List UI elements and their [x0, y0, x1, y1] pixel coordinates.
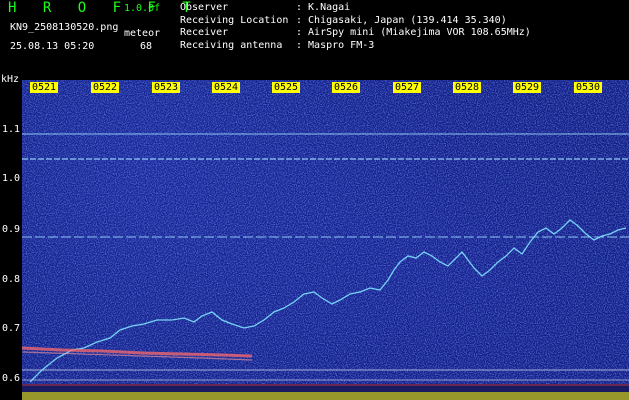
y-label-1.1: 1.1: [2, 124, 21, 135]
y-label-0.9: 0.9: [2, 224, 21, 235]
info-row-receiver: Receiver: AirSpy mini (Miakejima VOR 108…: [180, 27, 531, 39]
y-label-0.8: 0.8: [2, 274, 21, 285]
y-label-0.7: 0.7: [2, 323, 21, 334]
time-tick-0521: 0521: [30, 82, 59, 93]
time-tick-0527: 0527: [393, 82, 422, 93]
app-brand: H R O F F T: [8, 0, 200, 16]
y-label-1.0: 1.0: [2, 173, 21, 184]
bottom-strip-yellow: [22, 392, 629, 400]
time-tick-0524: 0524: [212, 82, 241, 93]
time-tick-0526: 0526: [332, 82, 361, 93]
unit-label: kHz: [1, 74, 20, 85]
info-row-location: Receiving Location: Chigasaki, Japan (13…: [180, 14, 507, 26]
y-label-0.6: 0.6: [2, 373, 21, 384]
info-row-antenna: Receiving antenna: Maspro FM-3: [180, 39, 375, 51]
time-tick-0528: 0528: [453, 82, 482, 93]
time-tick-0525: 0525: [272, 82, 301, 93]
spectrogram-plot[interactable]: [22, 80, 629, 400]
header-panel: H R O F F T 1.0.0f KN9_2508130520.png 25…: [0, 0, 629, 78]
app-version: 1.0.0f: [124, 3, 161, 14]
spectrogram-svg: [22, 80, 629, 400]
time-tick-0530: 0530: [574, 82, 603, 93]
datetime-label: 25.08.13 05:20: [10, 41, 95, 52]
meteor-label: meteor: [124, 28, 161, 39]
time-tick-0529: 0529: [513, 82, 542, 93]
meteor-count: 68: [140, 41, 153, 52]
observation-info: Observer: K.Nagai Receiving Location: Ch…: [180, 2, 531, 52]
info-row-observer: Observer: K.Nagai: [180, 2, 351, 13]
filename-label: KN9_2508130520.png: [10, 22, 119, 33]
time-tick-0522: 0522: [91, 82, 120, 93]
time-tick-0523: 0523: [152, 82, 181, 93]
